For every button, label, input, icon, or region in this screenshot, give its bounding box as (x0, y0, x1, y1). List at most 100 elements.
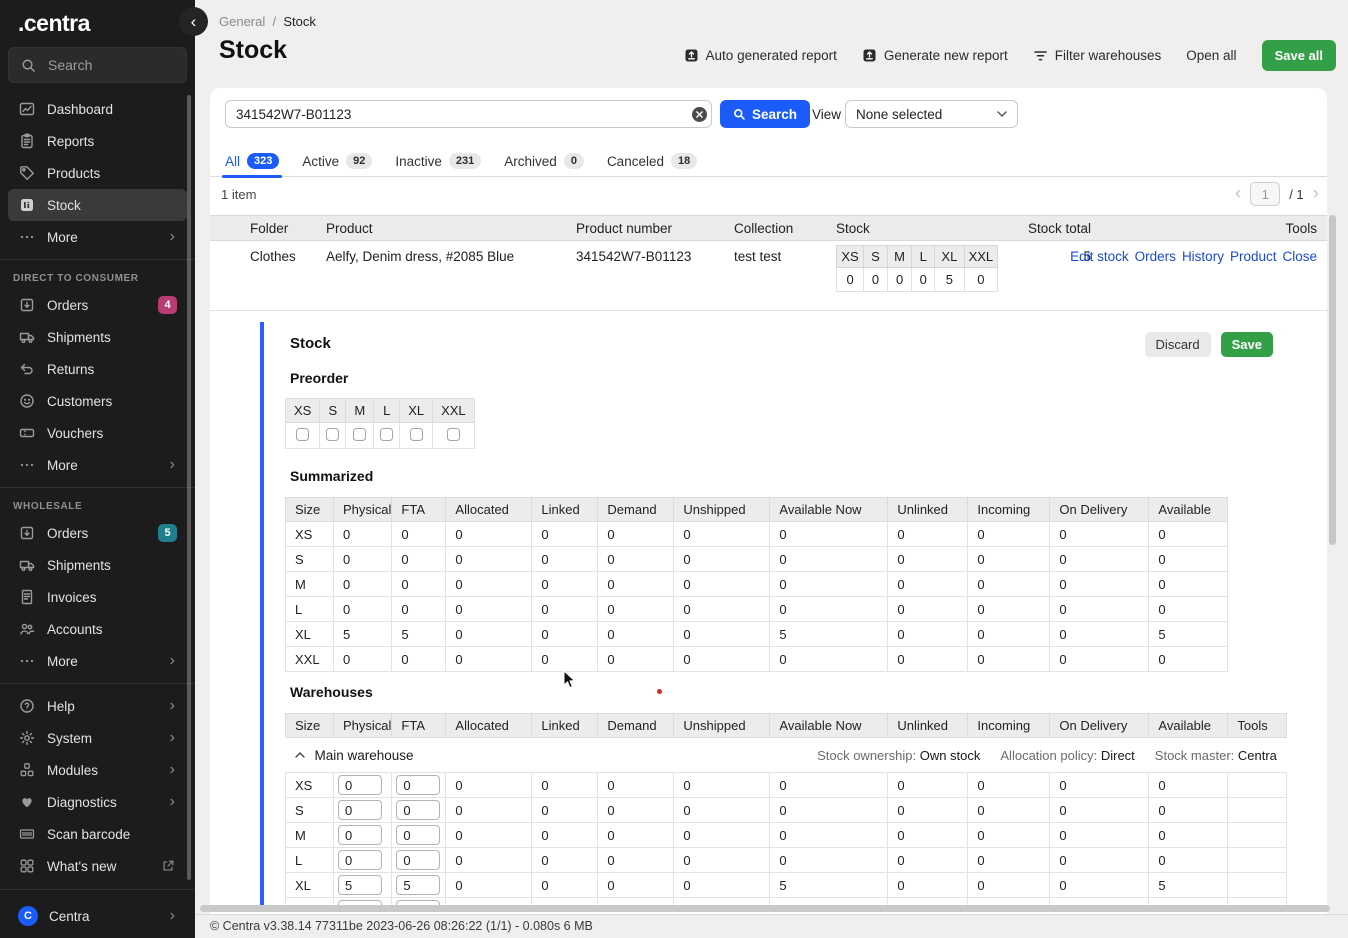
save-all-button[interactable]: Save all (1262, 40, 1336, 71)
stock-input[interactable] (396, 850, 440, 870)
sidebar-item-help[interactable]: Help › (8, 690, 187, 722)
value-cell: 0 (446, 848, 532, 873)
value-cell: 0 (1050, 572, 1149, 597)
preorder-checkbox[interactable] (410, 428, 423, 441)
preorder-checkbox[interactable] (447, 428, 460, 441)
size-cell: L (286, 848, 334, 873)
sidebar-item-invoices[interactable]: Invoices (8, 581, 187, 613)
sidebar-item-returns[interactable]: Returns (8, 353, 187, 385)
stock-input[interactable] (338, 850, 382, 870)
tab-canceled[interactable]: Canceled18 (607, 146, 697, 177)
summarized-row: M00000000000 (286, 572, 1228, 597)
column-header: Demand (598, 498, 674, 522)
sidebar-search-input[interactable]: Search (8, 47, 187, 83)
search-button[interactable]: Search (720, 100, 810, 128)
sidebar-item-dtc-shipments[interactable]: Shipments (8, 321, 187, 353)
generate-new-report-button[interactable]: Generate new report (862, 48, 1008, 63)
column-header: Folder (240, 216, 316, 241)
value-cell: 0 (1050, 522, 1149, 547)
sidebar-item-ws-shipments[interactable]: Shipments (8, 549, 187, 581)
orders-link[interactable]: Orders (1135, 249, 1176, 264)
sidebar-item-diagnostics[interactable]: Diagnostics › (8, 786, 187, 818)
product-row[interactable]: Clothes Aelfy, Denim dress, #2085 Blue 3… (210, 241, 1327, 311)
discard-button[interactable]: Discard (1145, 332, 1211, 357)
stock-input[interactable] (338, 825, 382, 845)
chevron-right-icon: › (170, 908, 175, 924)
stock-input[interactable] (396, 800, 440, 820)
value-cell: 0 (598, 823, 674, 848)
sidebar-item-vouchers[interactable]: Vouchers (8, 417, 187, 449)
reports-icon (18, 133, 35, 149)
page-prev-icon[interactable]: ‹ (1235, 183, 1241, 205)
sidebar-item-stock[interactable]: Stock (8, 189, 187, 221)
red-dot-marker (657, 689, 662, 694)
breadcrumb-general[interactable]: General (219, 14, 265, 29)
stock-input[interactable] (338, 800, 382, 820)
sidebar-item-modules[interactable]: Modules › (8, 754, 187, 786)
value-cell: 0 (968, 873, 1050, 898)
stock-input[interactable] (338, 875, 382, 895)
sidebar-item-more-main[interactable]: More › (8, 221, 187, 253)
history-link[interactable]: History (1182, 249, 1224, 264)
modules-icon (18, 762, 35, 778)
warehouse-body: Main warehouse Stock ownership: Own stoc… (286, 738, 1287, 906)
stock-input[interactable] (396, 775, 440, 795)
sidebar-item-products[interactable]: Products (8, 157, 187, 189)
chevron-right-icon: › (170, 698, 175, 714)
sidebar-item-dtc-orders[interactable]: Orders 4 (8, 289, 187, 321)
sidebar-item-more-dtc[interactable]: More › (8, 449, 187, 481)
product-cell: Aelfy, Denim dress, #2085 Blue (316, 241, 566, 311)
sidebar-item-whats-new[interactable]: What's new (8, 850, 187, 882)
tab-archived[interactable]: Archived0 (504, 146, 584, 177)
preorder-checkbox[interactable] (380, 428, 393, 441)
column-header: Unshipped (674, 714, 770, 738)
vertical-scrollbar[interactable] (1329, 215, 1336, 545)
preorder-checkbox[interactable] (326, 428, 339, 441)
horizontal-scrollbar[interactable] (200, 905, 1330, 912)
sidebar-item-system[interactable]: System › (8, 722, 187, 754)
stock-input[interactable] (396, 825, 440, 845)
value-cell: 0 (1050, 622, 1149, 647)
stock-input[interactable] (338, 775, 382, 795)
value-cell: 0 (1050, 798, 1149, 823)
tab-active[interactable]: Active92 (302, 146, 372, 177)
filter-warehouses-button[interactable]: Filter warehouses (1033, 48, 1162, 63)
open-all-button[interactable]: Open all (1186, 48, 1236, 63)
value-cell: 0 (888, 848, 968, 873)
sidebar-collapse-button[interactable]: ‹ (179, 7, 208, 36)
products-icon (18, 165, 35, 181)
auto-generated-report-button[interactable]: Auto generated report (684, 48, 837, 63)
chevron-down-icon (997, 111, 1007, 117)
product-link[interactable]: Product (1230, 249, 1277, 264)
tools-cell: Edit stock Orders History Product Close (1111, 249, 1317, 264)
value-cell: 0 (1149, 823, 1228, 848)
page-next-icon[interactable]: › (1313, 183, 1319, 205)
column-header: On Delivery (1050, 714, 1149, 738)
sidebar-item-scan-barcode[interactable]: Scan barcode (8, 818, 187, 850)
clear-search-icon[interactable] (692, 107, 707, 122)
sidebar-item-ws-orders[interactable]: Orders 5 (8, 517, 187, 549)
chevron-up-icon (295, 752, 305, 758)
sidebar-item-more-ws[interactable]: More › (8, 645, 187, 677)
warehouse-toggle[interactable]: Main warehouse (295, 748, 532, 763)
sidebar-account[interactable]: C Centra › (8, 896, 187, 936)
tab-all[interactable]: All323 (225, 146, 279, 177)
sidebar-item-customers[interactable]: Customers (8, 385, 187, 417)
preorder-checkbox[interactable] (296, 428, 309, 441)
sidebar-scrollbar[interactable] (187, 95, 191, 880)
tab-inactive[interactable]: Inactive231 (395, 146, 481, 177)
sidebar-item-dashboard[interactable]: Dashboard (8, 93, 187, 125)
invoices-icon (18, 589, 35, 605)
sidebar-item-accounts[interactable]: Accounts (8, 613, 187, 645)
view-select[interactable]: None selected (845, 100, 1018, 128)
preorder-checkbox[interactable] (353, 428, 366, 441)
sidebar-item-reports[interactable]: Reports (8, 125, 187, 157)
stock-input[interactable] (396, 875, 440, 895)
search-input[interactable] (225, 100, 712, 128)
value-cell: 0 (674, 547, 770, 572)
warehouse-group-row: Main warehouse Stock ownership: Own stoc… (286, 738, 1287, 773)
page-number-input[interactable]: 1 (1250, 182, 1280, 206)
edit-stock-link[interactable]: Edit stock (1070, 249, 1129, 264)
save-button[interactable]: Save (1221, 332, 1273, 357)
close-link[interactable]: Close (1282, 249, 1317, 264)
